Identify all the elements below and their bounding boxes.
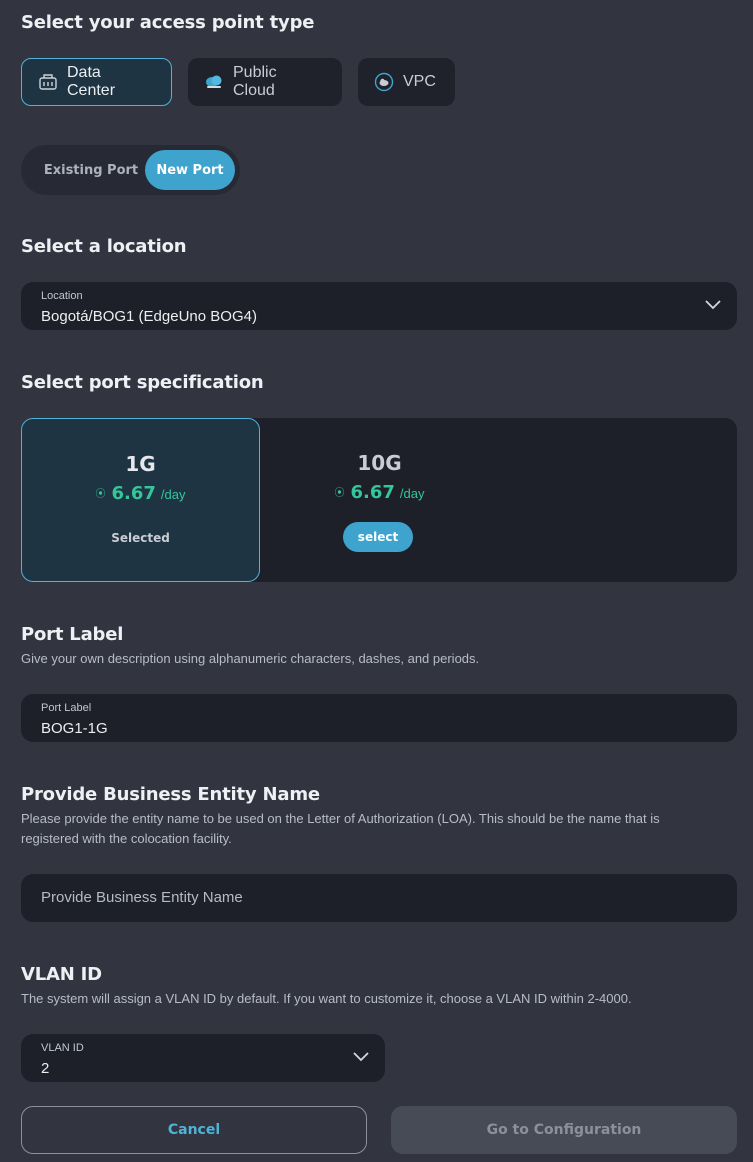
access-point-data-center-button[interactable]: Data Center xyxy=(21,58,172,106)
price-value: 6.67 xyxy=(350,482,395,503)
port-order-form: Select your access point type Data Cente… xyxy=(0,0,753,1162)
port-spec-10g-card[interactable]: 10G ⦿ 6.67 /day select xyxy=(260,418,499,582)
port-spec-1g-card[interactable]: 1G ⦿ 6.67 /day Selected xyxy=(21,418,260,582)
port-spec-name: 1G xyxy=(125,452,156,476)
business-entity-input[interactable]: Provide Business Entity Name xyxy=(21,874,737,922)
access-point-title: Select your access point type xyxy=(21,12,315,33)
port-label-title: Port Label xyxy=(21,624,124,645)
vlan-field-label: VLAN ID xyxy=(41,1042,84,1054)
price-unit: /day xyxy=(160,487,186,502)
selected-status: Selected xyxy=(111,531,170,545)
coin-icon: ⦿ xyxy=(95,489,106,500)
access-point-label: Data Center xyxy=(67,64,116,99)
location-field-label: Location xyxy=(41,290,83,302)
go-to-configuration-button[interactable]: Go to Configuration xyxy=(391,1106,737,1154)
cloud-icon xyxy=(204,72,224,92)
port-label-description: Give your own description using alphanum… xyxy=(21,651,480,666)
port-spec-title: Select port specification xyxy=(21,372,264,393)
business-entity-placeholder: Provide Business Entity Name xyxy=(41,889,243,906)
port-spec-options: 1G ⦿ 6.67 /day Selected 10G ⦿ 6.67 /day … xyxy=(21,418,737,582)
location-value: Bogotá/BOG1 (EdgeUno BOG4) xyxy=(41,308,257,325)
existing-port-tab[interactable]: Existing Port xyxy=(31,150,151,190)
business-entity-description-line2: registered with the colocation facility. xyxy=(21,831,232,846)
port-spec-price: ⦿ 6.67 /day xyxy=(260,482,499,503)
coin-icon: ⦿ xyxy=(334,488,345,499)
vlan-description: The system will assign a VLAN ID by defa… xyxy=(21,991,632,1006)
vlan-id-select[interactable]: VLAN ID 2 xyxy=(21,1034,385,1082)
price-unit: /day xyxy=(399,486,425,501)
chevron-down-icon xyxy=(353,1052,369,1062)
port-spec-name: 10G xyxy=(357,451,402,475)
new-port-tab[interactable]: New Port xyxy=(145,150,235,190)
location-select[interactable]: Location Bogotá/BOG1 (EdgeUno BOG4) xyxy=(21,282,737,330)
port-spec-price: ⦿ 6.67 /day xyxy=(22,483,259,504)
business-entity-title: Provide Business Entity Name xyxy=(21,784,320,805)
port-label-field-label: Port Label xyxy=(41,702,92,714)
access-point-vpc-button[interactable]: VPC xyxy=(358,58,455,106)
access-point-label: VPC xyxy=(403,73,436,90)
access-point-public-cloud-button[interactable]: Public Cloud xyxy=(188,58,342,106)
port-label-value: BOG1-1G xyxy=(41,720,108,737)
vlan-value: 2 xyxy=(41,1060,50,1077)
business-entity-description-line1: Please provide the entity name to be use… xyxy=(21,811,660,826)
cancel-button[interactable]: Cancel xyxy=(21,1106,367,1154)
port-label-input[interactable]: Port Label BOG1-1G xyxy=(21,694,737,742)
building-icon xyxy=(38,72,58,92)
access-point-label: Public Cloud xyxy=(233,64,277,99)
price-value: 6.67 xyxy=(111,483,156,504)
port-type-toggle: Existing Port New Port xyxy=(21,145,240,195)
location-title: Select a location xyxy=(21,236,187,257)
select-10g-button[interactable]: select xyxy=(343,522,413,552)
vlan-title: VLAN ID xyxy=(21,964,102,985)
chevron-down-icon xyxy=(705,300,721,310)
vpc-cloud-icon xyxy=(374,72,394,92)
